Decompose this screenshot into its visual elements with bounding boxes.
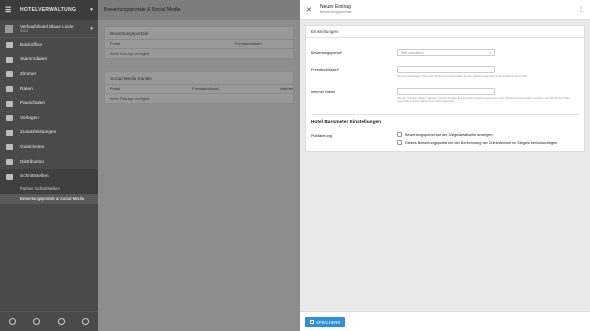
sidebar-item-backoffice[interactable]: Backoffice (0, 38, 98, 53)
sidebar-item-label: Gutscheine (20, 144, 45, 150)
portal-select-value: Bitte auswählen (401, 50, 424, 55)
sidebar-item-label: Distribution (20, 159, 44, 165)
portal-label: Bewertungsportal* (311, 51, 343, 55)
table-header: Portal Fremdschlüssel (105, 40, 293, 49)
sidebar-item-schnittstellen[interactable]: Schnittstellen (0, 169, 98, 184)
sidebar-item-label: Zusatzleistungen (20, 130, 57, 136)
internal-name-input[interactable] (397, 88, 495, 95)
panel-bewertungsportale: Bewertungsportale Portal Fremdschlüssel … (104, 26, 294, 59)
chevron-down-icon: ▾ (489, 50, 491, 55)
option-show-on-seal-page[interactable]: Bewertungsportal auf der Siegeldetailsei… (397, 132, 493, 137)
key-label: Fremdschlüssel* (311, 68, 340, 72)
close-icon[interactable]: ✕ (306, 6, 316, 14)
checkbox-label: Bewertungsportal auf der Siegeldetailsei… (405, 132, 493, 137)
sidebar-item-label: Vorlagen (20, 115, 39, 121)
panel-title: Bewertungsportale (105, 27, 293, 40)
drawer-header: ✕ Neuer Eintrag Bewertungsportale ⋮ (300, 0, 590, 20)
save-icon (310, 320, 314, 324)
hamburger-menu-icon[interactable]: ☰ (5, 6, 14, 14)
help-icon[interactable] (57, 318, 65, 325)
drawer-subtitle: Bewertungsportale (320, 10, 352, 15)
sidebar-footer (0, 311, 98, 331)
page-title: Bewertungsportale & Social Media (98, 0, 300, 20)
sidebar-item-zimmer[interactable]: Zimmer (0, 67, 98, 82)
folder-icon (5, 115, 13, 122)
empty-state: Keine Einträge verfügbar (110, 96, 150, 101)
hotel-icon (5, 24, 13, 33)
save-button[interactable]: SPEICHERN (305, 317, 346, 327)
sidebar-item-label: Schnittstellen (20, 174, 49, 180)
sidebar-item-label: Backoffice (20, 42, 43, 48)
name-label: Interner Name (311, 90, 336, 94)
table-header: Portal Fremdschlüssel Interner (105, 85, 293, 94)
name-row: Interner Name (311, 88, 495, 95)
sidebar: ☰ HOTELVERWALTUNG ▾ Verkaufshotel Blaue … (0, 0, 98, 331)
name-help-text: Wie der "Internen Namen" aktiviert möcht… (397, 97, 570, 104)
divider (311, 114, 579, 115)
drawer-footer: SPEICHERN (300, 311, 590, 331)
key-input[interactable] (397, 66, 495, 73)
sidebar-header: ☰ HOTELVERWALTUNG ▾ (0, 0, 98, 20)
column-header: Interner (279, 87, 293, 91)
power-icon[interactable] (82, 318, 90, 325)
publish-label: Publizierung (311, 134, 332, 138)
column-header: Fremdschlüssel (235, 42, 262, 46)
bell-icon[interactable] (33, 318, 41, 325)
settings-card: Einstellungen Bewertungsportal* Bitte au… (305, 25, 585, 152)
checkbox-label: Dieses Bewertungsportal bei der Berechnu… (405, 140, 558, 145)
hand-icon (5, 129, 13, 136)
sidebar-item-gutscheine[interactable]: Gutscheine (0, 140, 98, 155)
plug-icon (5, 173, 13, 180)
sidebar-item-pauschalen[interactable]: Pauschalen (0, 96, 98, 111)
hotel-selector[interactable]: Verkaufshotel Blaue Linde 5503 ▾ (0, 20, 98, 38)
sidebar-subitem-bewertungsportale[interactable]: Bewertungsportale & Social Media (0, 193, 98, 204)
save-label: SPEICHERN (316, 319, 341, 325)
tag-icon (5, 100, 13, 107)
checkbox[interactable] (397, 132, 402, 137)
panel-social-media: Social Media Kanäle Portal Fremdschlüsse… (104, 71, 294, 104)
sidebar-subitem-partner[interactable]: Partner Schnittstellen (0, 184, 98, 194)
user-icon[interactable] (8, 318, 16, 325)
portal-select[interactable]: Bitte auswählen ▾ (397, 49, 495, 56)
option-include-in-satisfaction[interactable]: Dieses Bewertungsportal bei der Berechnu… (397, 140, 557, 145)
column-header: Portal (110, 87, 120, 91)
clipboard-icon (5, 56, 13, 63)
gift-icon (5, 144, 13, 151)
panel-title: Social Media Kanäle (105, 72, 293, 85)
sidebar-item-raten[interactable]: Raten (0, 82, 98, 97)
checkbox[interactable] (397, 140, 402, 145)
app-title: HOTELVERWALTUNG (20, 7, 77, 13)
chevron-down-icon[interactable]: ▾ (90, 7, 93, 13)
chevron-down-icon: ▾ (90, 25, 93, 32)
more-vertical-icon[interactable]: ⋮ (578, 6, 584, 13)
key-help-text: Der Fremdschlüssel (Token oder ähnlich) … (397, 75, 528, 78)
column-header: Fremdschlüssel (192, 87, 219, 91)
sidebar-item-label: Stammdaten (20, 57, 48, 63)
barometer-title: Hotel Barometer Einstellungen (311, 120, 382, 125)
sidebar-item-zusatzleistungen[interactable]: Zusatzleistungen (0, 126, 98, 141)
card-title: Einstellungen (306, 26, 584, 38)
sidebar-item-label: Pauschalen (20, 101, 46, 107)
briefcase-icon (5, 42, 13, 49)
sidebar-item-label: Zimmer (20, 71, 37, 77)
column-header: Portal (110, 42, 120, 46)
sidebar-item-stammdaten[interactable]: Stammdaten (0, 53, 98, 68)
share-icon (5, 159, 13, 166)
sidebar-item-distribution[interactable]: Distribution (0, 155, 98, 170)
hotel-id: 5503 (20, 29, 28, 34)
main-content: Bewertungsportale & Social Media Bewertu… (98, 0, 300, 331)
sidebar-item-vorlagen[interactable]: Vorlagen (0, 111, 98, 126)
sidebar-item-label: Raten (20, 86, 33, 92)
new-entry-drawer: ✕ Neuer Eintrag Bewertungsportale ⋮ Eins… (300, 0, 590, 331)
portal-row: Bewertungsportal* Bitte auswählen ▾ (311, 49, 495, 56)
bed-icon (5, 71, 13, 78)
money-icon (5, 86, 13, 93)
sidebar-submenu: Partner Schnittstellen Bewertungsportale… (0, 183, 98, 204)
key-row: Fremdschlüssel* (311, 66, 495, 73)
empty-state: Keine Einträge verfügbar (110, 51, 150, 56)
